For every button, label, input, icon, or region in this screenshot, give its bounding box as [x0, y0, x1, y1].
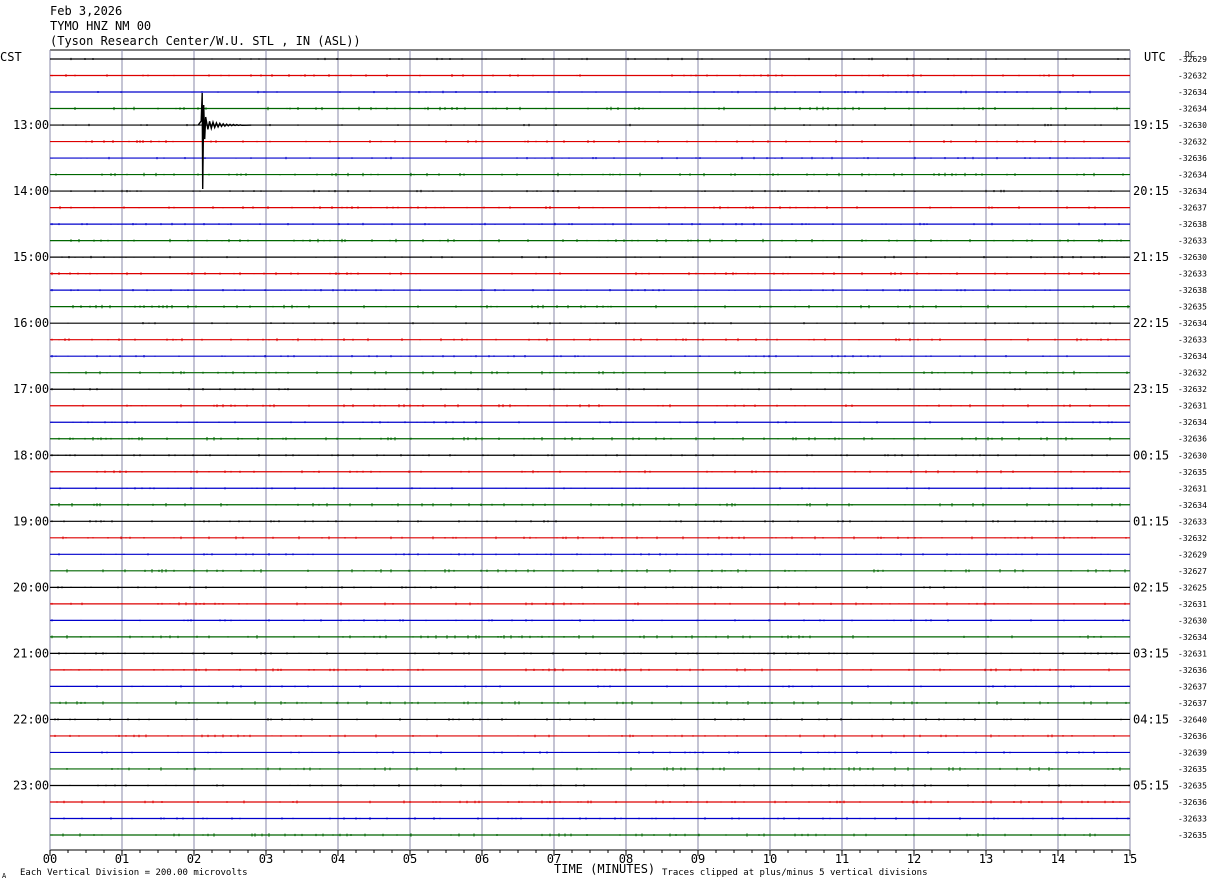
dc-offset-label: -32633: [1178, 336, 1207, 345]
left-hour-label: 23:00: [13, 778, 49, 792]
dc-offset-label: -32634: [1178, 88, 1207, 97]
left-hour-label: 16:00: [13, 316, 49, 330]
left-hour-label: 20:00: [13, 580, 49, 594]
right-hour-label: 02:15: [1133, 580, 1169, 594]
right-hour-label: 20:15: [1133, 184, 1169, 198]
x-tick-label: 09: [691, 852, 705, 866]
x-tick-label: 01: [115, 852, 129, 866]
dc-offset-label: -32630: [1178, 451, 1207, 460]
dc-offset-label: -32635: [1178, 781, 1207, 790]
dc-offset-label: -32625: [1178, 583, 1207, 592]
dc-offset-label: -32636: [1178, 732, 1207, 741]
x-tick-label: 13: [979, 852, 993, 866]
dc-offset-label: -32637: [1178, 699, 1207, 708]
footer-scale-note: Each Vertical Division = 200.00 microvol…: [20, 868, 248, 878]
dc-offset-label: -32635: [1178, 468, 1207, 477]
footer-clip-note: Traces clipped at plus/minus 5 vertical …: [662, 868, 928, 878]
dc-offset-label: -32631: [1178, 484, 1207, 493]
seismogram-plot: 00 01 02 03 04 05 06 07 08 09 10 11 12 13 14 15-32629-3…: [0, 49, 1207, 880]
dc-offset-label: -32632: [1178, 72, 1207, 81]
dc-offset-label: -32634: [1178, 501, 1207, 510]
dc-offset-label: -32633: [1178, 517, 1207, 526]
dc-offset-label: -32634: [1178, 105, 1207, 114]
axis-labels: 00 01 02 03 04 05 06 07 08 09 10 11 12 13 14 15-32629-3…: [13, 55, 1207, 866]
dc-offset-label: -32632: [1178, 385, 1207, 394]
dc-offset-label: -32635: [1178, 303, 1207, 312]
x-tick-label: 06: [475, 852, 489, 866]
right-hour-label: 05:15: [1133, 778, 1169, 792]
dc-offset-label: -32633: [1178, 237, 1207, 246]
left-hour-label: 21:00: [13, 646, 49, 660]
x-tick-label: 15: [1123, 852, 1137, 866]
dc-offset-label: -32640: [1178, 715, 1207, 724]
dc-offset-label: -32634: [1178, 187, 1207, 196]
dc-offset-label: -32630: [1178, 616, 1207, 625]
dc-offset-label: -32631: [1178, 402, 1207, 411]
dc-offset-label: -32634: [1178, 319, 1207, 328]
right-timezone-label: UTC: [1144, 50, 1166, 64]
left-hour-label: 18:00: [13, 448, 49, 462]
dc-offset-label: -32630: [1178, 121, 1207, 130]
x-tick-label: 05: [403, 852, 417, 866]
dc-offset-label: -32636: [1178, 666, 1207, 675]
dc-offset-label: -32629: [1178, 550, 1207, 559]
dc-offset-label: -32637: [1178, 204, 1207, 213]
dc-offset-label: -32635: [1178, 765, 1207, 774]
dc-offset-label: -32636: [1178, 435, 1207, 444]
dc-offset-label: -32632: [1178, 369, 1207, 378]
left-hour-label: 15:00: [13, 250, 49, 264]
traces: [50, 57, 1130, 837]
grid: [49, 49, 1131, 856]
dc-offset-label: -32634: [1178, 171, 1207, 180]
right-hour-label: 03:15: [1133, 646, 1169, 660]
left-hour-label: 17:00: [13, 382, 49, 396]
dc-offset-label: -32635: [1178, 831, 1207, 840]
right-hour-label: 01:15: [1133, 514, 1169, 528]
right-hour-label: 00:15: [1133, 448, 1169, 462]
dc-offset-label: -32633: [1178, 270, 1207, 279]
corner-mark: A: [2, 872, 7, 880]
x-tick-label: 04: [331, 852, 345, 866]
x-tick-label: 11: [835, 852, 849, 866]
x-tick-label: 00: [43, 852, 57, 866]
dc-offset-label: -32633: [1178, 814, 1207, 823]
dc-offset-label: -32630: [1178, 253, 1207, 262]
dc-offset-label: -32634: [1178, 418, 1207, 427]
dc-offset-label: -32627: [1178, 567, 1207, 576]
right-hour-label: 23:15: [1133, 382, 1169, 396]
x-tick-label: 14: [1051, 852, 1065, 866]
dc-offset-label: -32631: [1178, 600, 1207, 609]
right-hour-label: 21:15: [1133, 250, 1169, 264]
dc-offset-label: -32638: [1178, 220, 1207, 229]
left-hour-label: 22:00: [13, 712, 49, 726]
dc-offset-label: -32632: [1178, 534, 1207, 543]
left-hour-label: 14:00: [13, 184, 49, 198]
x-axis-title: TIME (MINUTES): [554, 862, 655, 876]
right-hour-label: 19:15: [1133, 118, 1169, 132]
left-hour-label: 13:00: [13, 118, 49, 132]
dc-offset-label: -32632: [1178, 138, 1207, 147]
x-tick-label: 12: [907, 852, 921, 866]
dc-offset-label: -32637: [1178, 682, 1207, 691]
left-timezone-label: CST: [0, 50, 22, 64]
right-hour-label: 22:15: [1133, 316, 1169, 330]
dc-offset-label: -32639: [1178, 748, 1207, 757]
dc-label: DC: [1185, 50, 1195, 59]
dc-offset-label: -32634: [1178, 352, 1207, 361]
dc-offset-label: -32631: [1178, 649, 1207, 658]
dc-offset-label: -32636: [1178, 154, 1207, 163]
x-tick-label: 02: [187, 852, 201, 866]
left-hour-label: 19:00: [13, 514, 49, 528]
x-tick-label: 10: [763, 852, 777, 866]
dc-offset-label: -32638: [1178, 286, 1207, 295]
right-hour-label: 04:15: [1133, 712, 1169, 726]
dc-offset-label: -32636: [1178, 798, 1207, 807]
dc-offset-label: -32634: [1178, 633, 1207, 642]
x-tick-label: 03: [259, 852, 273, 866]
